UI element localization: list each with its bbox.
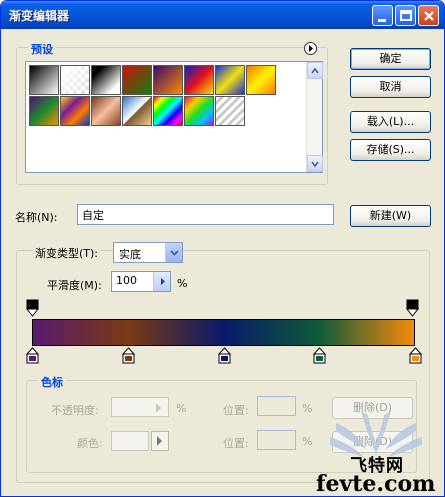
color-swatch-box [111,431,149,451]
preset-swatch-foreground-to-background[interactable] [29,65,59,95]
preset-swatch-violet-green-orange[interactable] [29,96,59,126]
smoothness-percent: % [177,277,188,290]
gradient-preview-bar[interactable] [32,319,415,346]
presets-scrollbar[interactable] [306,62,323,172]
preset-swatch-transparent-stripes[interactable] [215,96,245,126]
preset-swatch-chrome[interactable] [122,96,152,126]
opacity-location-label: 位置: [223,404,249,417]
color-stop-1[interactable] [25,347,40,367]
preset-swatch-yellow-violet-orange-blue[interactable] [60,96,90,126]
preset-swatch-foreground-to-transparent[interactable] [60,65,90,95]
opacity-unit: % [176,402,187,415]
presets-label: 预设 [28,41,56,57]
color-location-input [257,430,296,450]
opacity-label: 不透明度: [51,404,99,417]
preset-swatch-blue-red-yellow[interactable] [184,65,214,95]
color-stop-4[interactable] [313,347,327,367]
watermark-logo: 飞特网 fevte.com [306,409,444,497]
gradient-editor-window: 渐变编辑器 预设 确定 取消 载入(L)... 存储(S)... 名称(N): [0,0,445,497]
preset-swatch-violet-orange[interactable] [153,65,183,95]
color-stops-label: 色标 [38,374,66,390]
smoothness-label: 平滑度(M): [47,279,102,292]
smoothness-value: 100 [116,274,137,287]
gradient-type-label: 渐变类型(T): [33,245,101,261]
new-button[interactable]: 新建(W) [350,205,431,227]
preset-swatch-red-green[interactable] [122,65,152,95]
opacity-arrow-icon [156,403,161,413]
gradient-type-select[interactable]: 实底 [113,242,183,263]
name-label: 名称(N): [15,211,58,224]
minimize-button[interactable] [372,5,393,26]
maximize-button[interactable] [395,5,416,26]
opacity-input [111,397,169,417]
ok-button[interactable]: 确定 [350,48,431,70]
color-stop-5[interactable] [408,347,423,367]
color-arrow-icon [151,431,169,451]
color-stop-3[interactable] [217,347,231,367]
scroll-up-icon[interactable] [307,62,323,79]
opacity-location-input [257,396,296,416]
color-location-label: 位置: [223,437,249,450]
title-bar[interactable]: 渐变编辑器 [1,1,444,29]
preset-swatch-copper[interactable] [91,96,121,126]
save-button[interactable]: 存储(S)... [350,139,431,161]
presets-panel [25,61,323,173]
color-stop-2[interactable] [121,347,135,367]
close-button[interactable] [418,5,439,26]
chevron-down-icon[interactable] [165,243,182,262]
smoothness-dropdown-icon[interactable] [153,272,170,291]
opacity-stop-left[interactable] [25,299,40,321]
scroll-down-icon[interactable] [307,155,323,172]
color-label: 颜色: [77,437,103,450]
watermark-text: fevte.com [316,471,436,497]
load-button[interactable]: 载入(L)... [350,111,431,133]
preset-swatch-transparent-rainbow[interactable] [184,96,214,126]
presets-menu-icon[interactable] [304,42,317,55]
gradient-type-value: 实底 [119,248,141,261]
preset-swatch-spectrum[interactable] [153,96,183,126]
window-title: 渐变编辑器 [9,9,70,23]
opacity-stop-right[interactable] [405,299,420,321]
name-input[interactable]: 自定 [77,204,334,225]
preset-swatch-black-white[interactable] [91,65,121,95]
preset-swatch-blue-yellow-blue[interactable] [215,65,245,95]
smoothness-input[interactable]: 100 [111,271,171,292]
preset-swatch-orange-yellow-orange[interactable] [246,65,276,95]
cancel-button[interactable]: 取消 [350,76,431,98]
